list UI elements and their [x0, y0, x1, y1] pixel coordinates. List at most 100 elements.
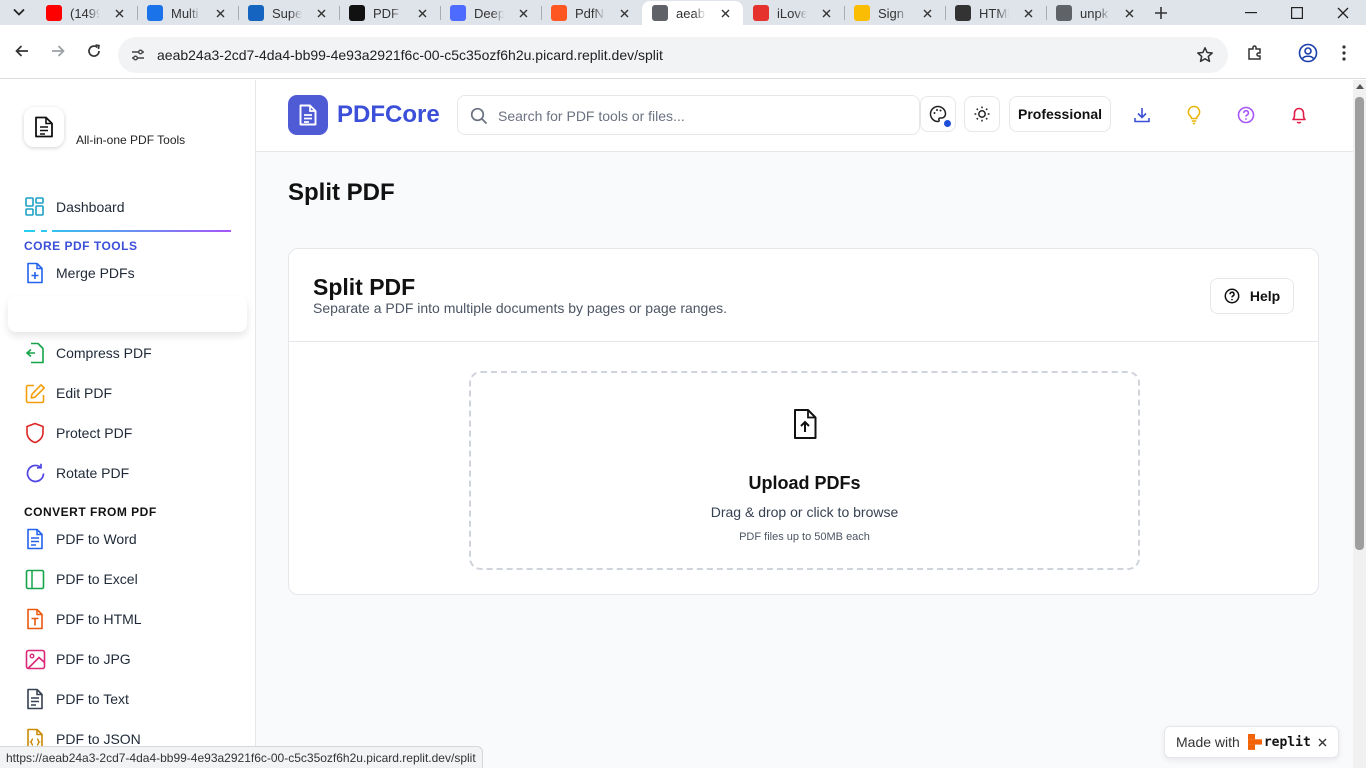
close-tab-button[interactable] [818, 5, 834, 21]
browser-tab[interactable]: Multi [137, 1, 238, 25]
sidebar-item-label: PDF to JSON [56, 731, 141, 747]
tips-button[interactable] [1184, 105, 1204, 125]
sidebar-item-rotate-pdf[interactable]: Rotate PDF [24, 461, 129, 485]
floating-card [8, 296, 247, 332]
back-button[interactable] [10, 39, 34, 63]
tab-title: PdfNi [575, 5, 605, 21]
sidebar-item-edit-pdf[interactable]: Edit PDF [24, 381, 112, 405]
close-tab-button[interactable] [212, 5, 228, 21]
more-vertical-icon [1342, 45, 1346, 61]
scroll-up-arrow[interactable] [1356, 84, 1364, 89]
browser-tab[interactable]: Deep [440, 1, 541, 25]
browser-tab[interactable]: HTML [945, 1, 1046, 25]
scroll-thumb[interactable] [1355, 97, 1364, 550]
upload-hint: PDF files up to 50MB each [739, 531, 870, 543]
sidebar-logo[interactable] [24, 107, 64, 147]
close-tab-button[interactable] [313, 5, 329, 21]
close-tab-button[interactable] [111, 5, 127, 21]
plan-button[interactable]: Professional [1009, 96, 1111, 132]
sidebar-item-protect-pdf[interactable]: Protect PDF [24, 421, 132, 445]
browser-tab[interactable]: Super [238, 1, 339, 25]
close-tab-button[interactable] [414, 5, 430, 21]
browser-menu-button[interactable] [1334, 43, 1354, 63]
search-box[interactable] [457, 95, 920, 135]
sidebar-item-label: PDF to HTML [56, 611, 142, 627]
brand-name[interactable]: PDFCore [337, 101, 440, 129]
sidebar-item-label: PDF to Text [56, 691, 129, 707]
maximize-window-button[interactable] [1274, 0, 1320, 25]
theme-palette-button[interactable] [920, 96, 956, 132]
reload-button[interactable] [82, 39, 106, 63]
sidebar-item-pdf-to-word[interactable]: PDF to Word [24, 527, 137, 551]
browser-tab[interactable]: iLove [743, 1, 844, 25]
sidebar-item-merge-pdfs[interactable]: Merge PDFs [24, 261, 135, 285]
close-tab-button[interactable] [515, 5, 531, 21]
close-icon [822, 9, 830, 17]
minimize-window-button[interactable] [1228, 0, 1274, 25]
close-tab-button[interactable] [1020, 5, 1036, 21]
tab-title: (1499 [70, 5, 100, 21]
address-bar[interactable]: aeab24a3-2cd7-4da4-bb99-4e93a2921f6c-00-… [118, 37, 1228, 73]
close-window-button[interactable] [1320, 0, 1366, 25]
download-button[interactable] [1132, 105, 1152, 125]
made-with-replit-badge[interactable]: Made with replit [1164, 726, 1339, 758]
tab-title: iLove [777, 5, 807, 21]
compress-icon [24, 342, 46, 364]
browser-tab[interactable]: (1499 [36, 1, 137, 25]
close-tab-button[interactable] [616, 5, 632, 21]
account-circle-icon [1298, 43, 1318, 63]
tab-title: Super [272, 5, 302, 21]
close-icon [418, 9, 426, 17]
close-icon [923, 9, 931, 17]
arrow-right-icon [52, 45, 65, 57]
close-tab-button[interactable] [919, 5, 935, 21]
sidebar-item-pdf-to-jpg[interactable]: PDF to JPG [24, 647, 131, 671]
bookmark-star-button[interactable] [1196, 46, 1214, 69]
profile-button[interactable] [1298, 43, 1318, 63]
sidebar-item-dashboard[interactable]: Dashboard [24, 195, 125, 219]
tab-search-button[interactable] [8, 3, 30, 21]
notifications-button[interactable] [1289, 105, 1309, 125]
youtube-icon [46, 5, 62, 21]
browser-tab[interactable]: aeab2 [642, 1, 743, 25]
reload-icon [88, 44, 100, 57]
page-scrollbar[interactable] [1353, 80, 1366, 768]
close-icon [1318, 738, 1326, 746]
close-tab-button[interactable] [717, 5, 733, 21]
help-button[interactable]: Help [1210, 278, 1294, 314]
question-circle-icon [1237, 106, 1255, 124]
bell-icon [1292, 107, 1306, 124]
browser-tab[interactable]: unpk [1046, 1, 1147, 25]
lightbulb-icon [1187, 105, 1201, 125]
close-tab-button[interactable] [1121, 5, 1137, 21]
upload-title: Upload PDFs [748, 473, 861, 493]
browser-tab[interactable]: Sign [844, 1, 945, 25]
sidebar-item-pdf-to-text[interactable]: PDF to Text [24, 687, 129, 711]
close-icon [216, 9, 224, 17]
brand-logo[interactable] [288, 95, 328, 135]
close-icon [519, 9, 527, 17]
sidebar-item-label: Dashboard [56, 199, 125, 215]
browser-tab[interactable]: PdfNi [541, 1, 642, 25]
globe-icon [652, 5, 668, 21]
help-center-button[interactable] [1236, 105, 1256, 125]
new-tab-button[interactable] [1150, 2, 1172, 24]
sidebar-item-pdf-to-html[interactable]: PDF to HTML [24, 607, 142, 631]
upload-dropzone[interactable]: Upload PDFs Drag & drop or click to brow… [469, 371, 1140, 570]
close-badge-button[interactable] [1316, 736, 1328, 748]
sidebar: All-in-one PDF Tools Dashboard CORE PDF … [0, 80, 256, 768]
theme-toggle-button[interactable] [964, 96, 1000, 132]
extensions-button[interactable] [1245, 43, 1265, 63]
browser-tab[interactable]: PDF T [339, 1, 440, 25]
page-title: Split PDF [288, 179, 395, 206]
app-icon [147, 5, 163, 21]
sidebar-item-compress-pdf[interactable]: Compress PDF [24, 341, 152, 365]
help-button-label: Help [1249, 288, 1281, 304]
close-icon [620, 9, 628, 17]
forward-button[interactable] [46, 39, 70, 63]
search-input[interactable] [498, 105, 898, 127]
word-doc-icon [24, 528, 46, 550]
sidebar-item-pdf-to-excel[interactable]: PDF to Excel [24, 567, 138, 591]
tab-separator [238, 6, 239, 20]
section-heading-core: CORE PDF TOOLS [24, 239, 138, 253]
